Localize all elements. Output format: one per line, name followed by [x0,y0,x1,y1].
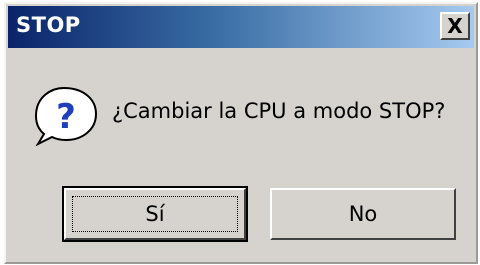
yes-button[interactable]: Sí [62,186,248,242]
question-icon: ? [34,86,98,146]
close-button[interactable]: X [440,12,470,40]
close-icon: X [447,14,463,38]
title-bar[interactable]: STOP X [8,6,474,48]
dialog-message: ¿Cambiar la CPU a modo STOP? [112,99,446,123]
focus-rectangle [72,196,238,232]
no-button[interactable]: No [270,188,456,240]
question-mark-glyph: ? [56,97,76,137]
dialog-window: STOP X ? ¿Cambiar la CPU a modo STOP? Sí… [4,2,478,264]
window-title: STOP [16,13,81,37]
no-button-label: No [348,202,378,226]
